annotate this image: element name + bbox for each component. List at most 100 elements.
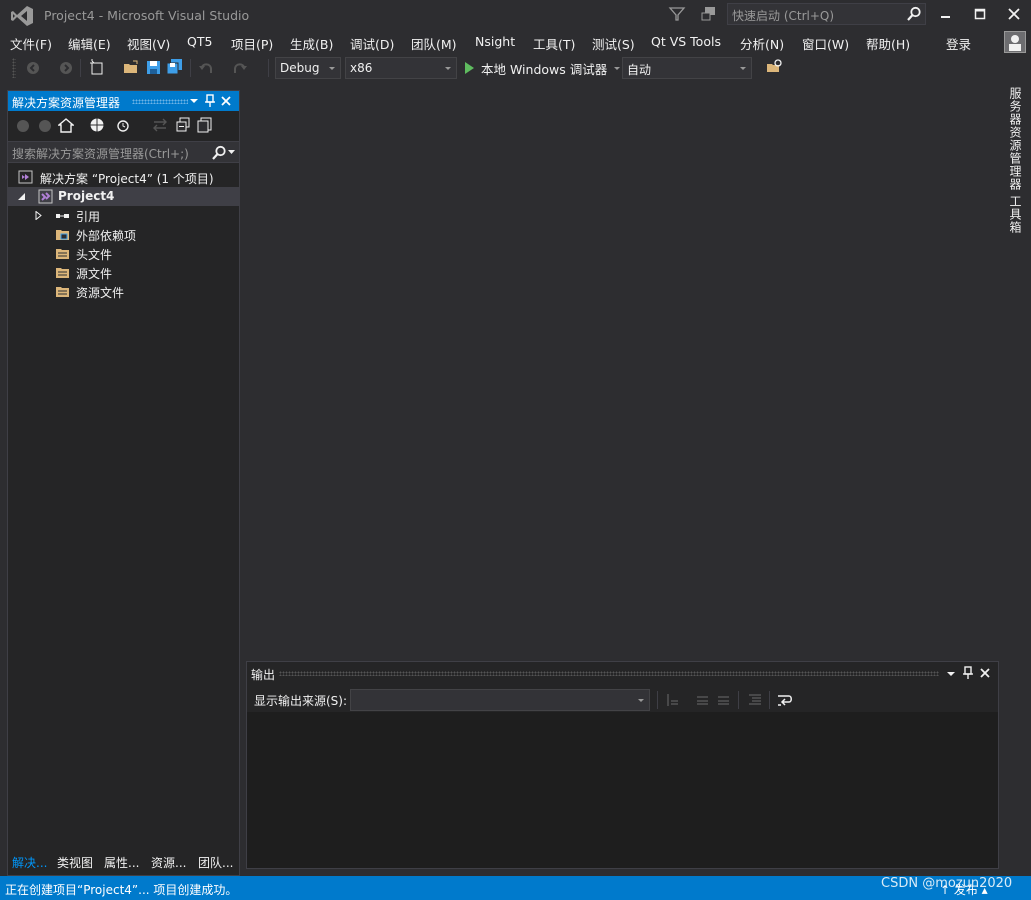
menu-debug[interactable]: 调试(D) <box>350 34 394 53</box>
search-options-dropdown-icon[interactable] <box>228 150 236 156</box>
user-icon <box>1009 35 1021 51</box>
menu-view[interactable]: 视图(V) <box>127 34 170 53</box>
menu-help[interactable]: 帮助(H) <box>866 34 910 53</box>
tree-item-references[interactable]: 引用 <box>8 206 239 225</box>
panel-grip <box>279 671 939 676</box>
forward-icon[interactable] <box>37 118 53 134</box>
save-all-icon[interactable] <box>167 59 183 75</box>
menu-file[interactable]: 文件(F) <box>10 34 52 53</box>
tab-class-view[interactable]: 类视图 <box>57 854 93 871</box>
chevron-down-icon[interactable] <box>613 64 621 72</box>
close-icon[interactable] <box>221 96 231 106</box>
previous-message-icon[interactable] <box>695 692 711 708</box>
redo-icon[interactable] <box>232 60 248 76</box>
show-all-files-icon[interactable] <box>197 117 213 133</box>
expanded-arrow-icon[interactable] <box>18 193 26 201</box>
solution-explorer-header[interactable]: 解决方案资源管理器 <box>8 91 239 111</box>
pin-icon[interactable] <box>963 666 973 680</box>
menu-team[interactable]: 团队(M) <box>411 34 457 53</box>
tab-team-explorer[interactable]: 团队... <box>198 854 233 871</box>
run-mode-dropdown[interactable]: 自动 <box>622 57 752 79</box>
window-position-dropdown-icon[interactable] <box>189 97 199 105</box>
filter-folder-icon <box>56 268 69 278</box>
chevron-down-icon <box>638 699 644 702</box>
sync-with-active-document-icon[interactable] <box>152 117 168 133</box>
visual-studio-logo-icon <box>10 5 34 27</box>
minimize-button[interactable] <box>929 0 963 28</box>
notification-filter-icon[interactable] <box>668 5 686 23</box>
close-icon[interactable] <box>980 668 990 678</box>
menu-qt-vs-tools[interactable]: Qt VS Tools <box>651 34 721 49</box>
menu-build[interactable]: 生成(B) <box>290 34 333 53</box>
solution-platform-value: x86 <box>350 61 373 75</box>
save-icon[interactable] <box>146 60 162 76</box>
filter-folder-icon <box>56 287 69 297</box>
start-debugging-button[interactable]: 本地 Windows 调试器 <box>463 58 621 78</box>
open-file-icon[interactable] <box>123 59 139 75</box>
switch-views-icon[interactable] <box>89 117 105 133</box>
output-title: 输出 <box>251 668 276 682</box>
menu-tools[interactable]: 工具(T) <box>533 34 575 53</box>
search-icon[interactable] <box>211 145 227 161</box>
menu-analyze[interactable]: 分析(N) <box>740 34 784 53</box>
menu-qt5[interactable]: QT5 <box>187 34 212 49</box>
tree-item-project[interactable]: Project4 <box>8 187 239 206</box>
navigate-forward-icon[interactable] <box>58 60 74 76</box>
tab-resource-view[interactable]: 资源... <box>151 854 186 871</box>
find-in-files-icon[interactable] <box>766 59 782 75</box>
pending-changes-filter-icon[interactable] <box>115 117 131 133</box>
server-explorer-tab[interactable]: 服务器资源管理器 <box>1007 87 1024 191</box>
solution-configuration-dropdown[interactable]: Debug <box>275 57 341 79</box>
window-title: Project4 - Microsoft Visual Studio <box>44 8 250 23</box>
run-mode-value: 自动 <box>627 63 652 77</box>
toolbox-tab[interactable]: 工具箱 <box>1007 195 1024 234</box>
output-header[interactable]: 输出 <box>247 662 998 684</box>
menu-bar: 文件(F) 编辑(E) 视图(V) QT5 项目(P) 生成(B) 调试(D) … <box>0 30 1031 54</box>
home-icon[interactable] <box>58 117 74 133</box>
undo-icon[interactable] <box>198 60 214 76</box>
new-project-icon[interactable] <box>89 59 105 75</box>
quick-launch-input[interactable]: 快速启动 (Ctrl+Q) <box>727 3 926 25</box>
toggle-word-wrap-icon[interactable] <box>777 692 793 708</box>
collapsed-arrow-icon[interactable] <box>35 211 43 220</box>
solution-platform-dropdown[interactable]: x86 <box>345 57 457 79</box>
toolbar-grip[interactable] <box>12 58 16 78</box>
tree-item-solution[interactable]: 解决方案 “Project4” (1 个项目) <box>8 168 239 187</box>
tree-item-header-files[interactable]: 头文件 <box>8 244 239 263</box>
external-deps-icon <box>56 230 69 240</box>
go-to-line-icon[interactable] <box>665 692 681 708</box>
search-icon[interactable] <box>906 6 922 22</box>
toolbar-separator <box>657 691 658 709</box>
collapse-all-icon[interactable] <box>175 117 191 133</box>
feedback-icon[interactable] <box>700 5 718 23</box>
menu-edit[interactable]: 编辑(E) <box>68 34 111 53</box>
window-position-dropdown-icon[interactable] <box>946 670 956 678</box>
solution-explorer-toolbar <box>8 113 239 139</box>
output-source-dropdown[interactable] <box>350 689 650 711</box>
tree-item-resource-files[interactable]: 资源文件 <box>8 282 239 301</box>
menu-window[interactable]: 窗口(W) <box>802 34 849 53</box>
tree-item-label: 资源文件 <box>76 286 125 300</box>
tab-properties[interactable]: 属性... <box>104 854 139 871</box>
menu-test[interactable]: 测试(S) <box>592 34 635 53</box>
chevron-down-icon <box>329 67 335 70</box>
tree-item-label: 外部依赖项 <box>76 229 137 243</box>
solution-explorer-search-input[interactable]: 搜索解决方案资源管理器(Ctrl+;) <box>8 141 239 163</box>
pin-icon[interactable] <box>205 94 215 108</box>
maximize-button[interactable] <box>963 0 997 28</box>
close-button[interactable] <box>997 0 1031 28</box>
filter-folder-icon <box>56 249 69 259</box>
account-avatar[interactable] <box>1004 31 1026 53</box>
tree-item-external-dependencies[interactable]: 外部依赖项 <box>8 225 239 244</box>
menu-nsight[interactable]: Nsight <box>475 34 515 49</box>
menu-project[interactable]: 项目(P) <box>231 34 273 53</box>
navigate-back-icon[interactable] <box>25 60 41 76</box>
tree-item-label: 引用 <box>76 210 101 224</box>
back-icon[interactable] <box>15 118 31 134</box>
clear-all-icon[interactable] <box>747 692 763 708</box>
next-message-icon[interactable] <box>716 692 732 708</box>
output-text-area[interactable] <box>247 712 998 868</box>
login-link[interactable]: 登录 <box>946 34 971 53</box>
tree-item-source-files[interactable]: 源文件 <box>8 263 239 282</box>
tab-solution-explorer[interactable]: 解决... <box>12 854 47 871</box>
